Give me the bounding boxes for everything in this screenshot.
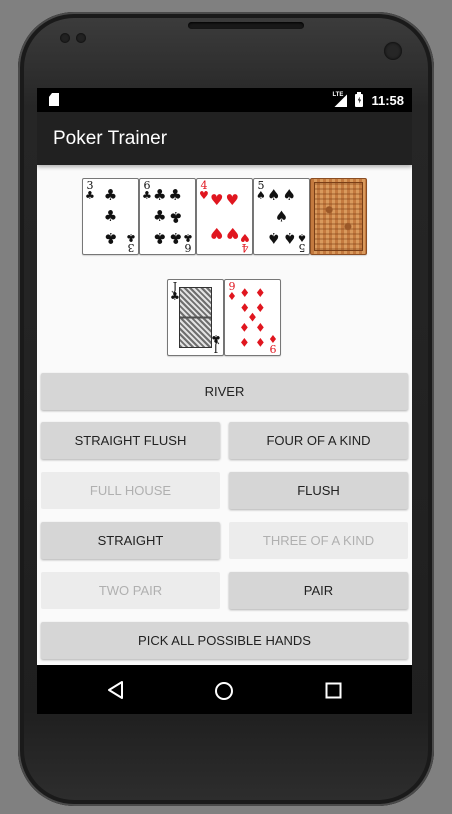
pair-button[interactable]: PAIR [229,572,408,609]
app-title: Poker Trainer [53,127,168,149]
playing-card: 4 ♥ 4 ♥ ♥ ♥ ♥ ♥ [196,178,253,255]
back-icon[interactable] [107,680,125,700]
card-corner-label: 6 ♣ [142,179,152,202]
card-pips: ♥ ♥ ♥ ♥ [210,191,239,242]
phone-sensor-left [60,33,70,43]
navigation-bar [37,665,412,714]
action-bar: Poker Trainer [37,112,412,165]
playing-card: 3 ♣ 3 ♣ ♣ ♣ ♣ [82,178,139,255]
card-corner-label: J ♣ [211,332,221,355]
card-back [310,178,367,255]
card-corner-label: 6 ♣ [183,231,193,254]
face-card-art [179,287,212,348]
full-house-button[interactable]: FULL HOUSE [41,472,220,509]
card-corner-label: 5 ♠ [297,231,307,254]
playing-card: J ♣ J ♣ [167,279,224,356]
straight-flush-button[interactable]: STRAIGHT FLUSH [41,422,220,459]
board-cards: 3 ♣ 3 ♣ ♣ ♣ ♣ 6 ♣ 6 ♣ ♣ ♣ ♣ ♣ ♣ ♣ 4 ♥ 4 ♥ ♥ ♥ ♥ ♥ 5 ♠ 5 ♠ ♠ ♠ ♠ ♠ ♠ [82,178,367,255]
main-content: 3 ♣ 3 ♣ ♣ ♣ ♣ 6 ♣ 6 ♣ ♣ ♣ ♣ ♣ ♣ ♣ 4 ♥ 4 ♥ ♥ ♥ ♥ ♥ 5 ♠ 5 ♠ ♠ ♠ ♠ ♠ ♠ J ♣ J ♣ 9… [37,165,412,662]
card-pips: ♣ ♣ ♣ ♣ ♣ ♣ [153,186,182,248]
device-screen: LTE 11:58 Poker Trainer 3 ♣ 3 ♣ ♣ ♣ ♣ 6 ♣ 6 ♣ ♣ ♣ ♣ ♣ ♣… [37,88,412,714]
playing-card: 5 ♠ 5 ♠ ♠ ♠ ♠ ♠ ♠ [253,178,310,255]
pick-all-hands-button[interactable]: PICK ALL POSSIBLE HANDS [41,622,408,659]
card-corner-label: 3 ♣ [85,179,95,202]
home-icon[interactable] [214,681,234,701]
straight-button[interactable]: STRAIGHT [41,522,220,559]
playing-card: 6 ♣ 6 ♣ ♣ ♣ ♣ ♣ ♣ ♣ [139,178,196,255]
card-corner-label: 4 ♥ [199,179,209,202]
card-corner-label: 4 ♥ [240,231,250,254]
four-of-a-kind-button[interactable]: FOUR OF A KIND [229,422,408,459]
lte-label: LTE [332,92,344,98]
hole-cards: J ♣ J ♣ 9 ♦ 9 ♦ ♦ ♦ ♦ ♦ ♦ ♦ ♦ ♦ ♦ [167,279,281,356]
flush-button[interactable]: FLUSH [229,472,408,509]
playing-card: 9 ♦ 9 ♦ ♦ ♦ ♦ ♦ ♦ ♦ ♦ ♦ ♦ [224,279,281,356]
phone-camera [384,42,402,60]
two-pair-button[interactable]: TWO PAIR [41,572,220,609]
battery-charging-icon [355,91,364,107]
status-time: 11:58 [371,92,404,108]
status-bar: LTE 11:58 [37,88,412,112]
recent-apps-icon[interactable] [325,682,342,699]
card-pips: ♣ ♣ ♣ [103,186,118,248]
card-corner-label: 5 ♠ [256,179,266,202]
phone-sensor-left2 [76,33,86,43]
lte-signal-icon: LTE [332,92,348,107]
card-corner-label: 3 ♣ [126,231,136,254]
card-pips: ♦ ♦ ♦ ♦ ♦ ♦ ♦ ♦ ♦ [239,286,266,349]
card-pips: ♠ ♠ ♠ ♠ ♠ [267,186,296,248]
phone-speaker [188,22,304,29]
card-corner-label: 9 ♦ [268,332,278,355]
sd-card-icon [49,93,59,106]
card-corner-label: 9 ♦ [227,280,237,303]
river-button[interactable]: RIVER [41,373,408,410]
three-of-a-kind-button[interactable]: THREE OF A KIND [229,522,408,559]
